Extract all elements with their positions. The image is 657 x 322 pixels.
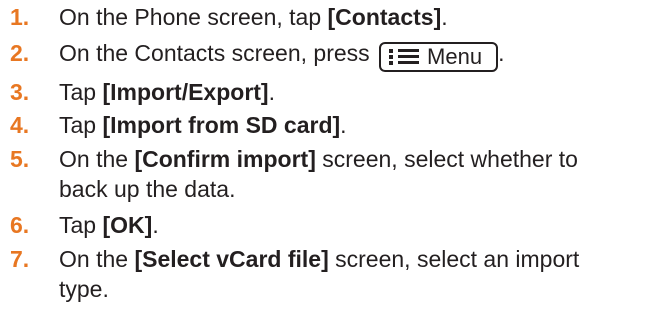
step-number: 3. (10, 79, 30, 105)
ui-label: [Contacts] (327, 4, 442, 30)
step-text: On the Phone screen, tap [Contacts]. (59, 4, 448, 30)
menu-list-icon (389, 48, 421, 66)
step-number: 4. (10, 112, 30, 138)
ui-label: [Confirm import] (134, 146, 316, 172)
ui-label: [Import/Export] (102, 79, 269, 105)
step-number: 7. (10, 246, 30, 272)
step-text: Tap [OK]. (59, 212, 159, 238)
ui-label: [OK] (102, 212, 153, 238)
step-text: On the Contacts screen, press Menu. (59, 38, 504, 72)
menu-key: Menu (379, 42, 499, 72)
step-number: 2. (10, 40, 30, 66)
ui-label: [Import from SD card] (102, 112, 341, 138)
step-text: Tap [Import/Export]. (59, 79, 275, 105)
step-number: 5. (10, 146, 30, 172)
step-text: On the [Confirm import] screen, select w… (59, 146, 578, 202)
menu-key-label: Menu (427, 44, 483, 69)
ui-label: [Select vCard file] (134, 246, 329, 272)
step-number: 1. (10, 4, 30, 30)
step-number: 6. (10, 212, 30, 238)
step-text: On the [Select vCard file] screen, selec… (59, 246, 580, 302)
step-text: Tap [Import from SD card]. (59, 112, 347, 138)
instruction-steps: 1. On the Phone screen, tap [Contacts]. … (0, 0, 657, 322)
